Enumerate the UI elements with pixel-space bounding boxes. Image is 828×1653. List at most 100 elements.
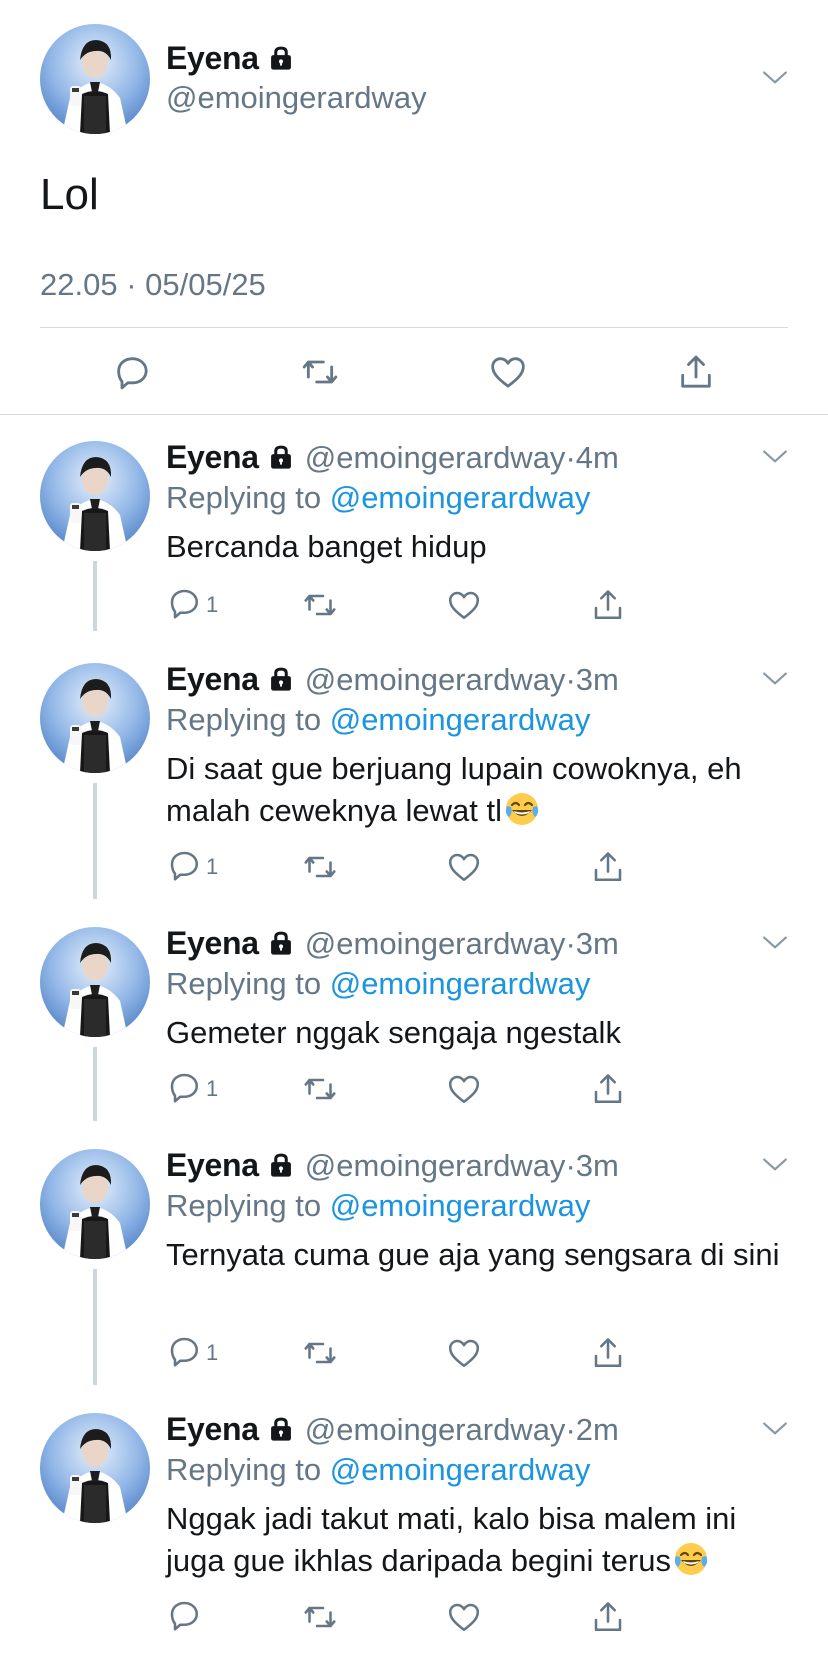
reply-icon (166, 847, 202, 888)
chevron-down-icon[interactable] (762, 449, 788, 470)
share-icon[interactable] (590, 847, 626, 887)
reply-icon (166, 1333, 202, 1374)
reply-button[interactable]: 1 (166, 847, 218, 887)
reply-text-content: Di saat gue berjuang lupain cowoknya, eh… (166, 751, 742, 828)
reply-text: Ternyata cuma gue aja yang sengsara di s… (166, 1234, 796, 1276)
avatar[interactable] (40, 1413, 150, 1523)
author-name[interactable]: Eyena (166, 439, 259, 475)
reply-count: 1 (206, 854, 219, 879)
reply-text-content: Ternyata cuma gue aja yang sengsara di s… (166, 1237, 780, 1272)
author-name[interactable]: Eyena (166, 1147, 259, 1183)
like-icon[interactable] (446, 847, 482, 887)
action-bar (166, 1597, 666, 1637)
reply-button[interactable]: 1 (166, 585, 218, 625)
reply-text: Nggak jadi takut mati, kalo bisa malem i… (166, 1498, 796, 1588)
retweet-icon[interactable] (302, 1597, 338, 1637)
author-name[interactable]: Eyena (166, 40, 259, 76)
chevron-down-icon[interactable] (762, 1421, 788, 1442)
reply-button[interactable]: 1 (166, 1069, 218, 1109)
reply-text: Bercanda banget hidup (166, 526, 796, 568)
replying-label: Replying to (166, 1188, 322, 1223)
action-bar: 1 (166, 847, 666, 887)
retweet-icon[interactable] (302, 1333, 338, 1373)
like-icon[interactable] (446, 1597, 482, 1637)
replying-to: Replying to @emoingerardway (166, 1186, 590, 1226)
share-icon[interactable] (590, 1069, 626, 1109)
like-icon[interactable] (446, 1333, 482, 1373)
reply-button[interactable]: 1 (166, 1333, 218, 1373)
thread-line (93, 1047, 97, 1121)
action-bar: 1 (166, 1069, 666, 1109)
mention-link[interactable]: @emoingerardway (330, 702, 591, 737)
share-icon[interactable] (590, 585, 626, 625)
author-handle[interactable]: @emoingerardway (305, 926, 566, 961)
action-bar: 1 (166, 585, 666, 625)
author-handle[interactable]: @emoingerardway (305, 440, 566, 475)
like-icon[interactable] (488, 352, 528, 392)
author-handle[interactable]: @emoingerardway (305, 1412, 566, 1447)
author-name-row: Eyena (166, 38, 295, 81)
mention-link[interactable]: @emoingerardway (330, 480, 591, 515)
mention-link[interactable]: @emoingerardway (330, 1452, 591, 1487)
replying-label: Replying to (166, 480, 322, 515)
reply-time: ·4m (565, 440, 619, 475)
chevron-down-icon[interactable] (762, 671, 788, 692)
avatar[interactable] (40, 927, 150, 1037)
reply-text: Gemeter nggak sengaja ngestalk (166, 1012, 796, 1054)
author-name[interactable]: Eyena (166, 925, 259, 961)
share-icon[interactable] (590, 1597, 626, 1637)
replying-label: Replying to (166, 702, 322, 737)
avatar[interactable] (40, 24, 150, 134)
avatar[interactable] (40, 1149, 150, 1259)
reply-time: ·2m (565, 1412, 619, 1447)
author-name[interactable]: Eyena (166, 661, 259, 697)
mention-link[interactable]: @emoingerardway (330, 1188, 591, 1223)
author-handle[interactable]: @emoingerardway (305, 662, 566, 697)
reply-button[interactable] (166, 1597, 206, 1637)
like-icon[interactable] (446, 585, 482, 625)
tweet-text: Lol (40, 170, 99, 219)
reply-tweet[interactable]: Eyena @emoingerardway·3m Replying to @emo… (0, 903, 828, 1125)
share-icon[interactable] (676, 352, 716, 392)
thread-line (93, 1269, 97, 1385)
reply-icon[interactable] (112, 352, 152, 392)
reply-icon (166, 1069, 202, 1110)
tears-of-joy-emoji-icon (504, 791, 540, 838)
chevron-down-icon[interactable] (762, 70, 788, 91)
author-handle[interactable]: @emoingerardway (305, 1148, 566, 1183)
replying-label: Replying to (166, 966, 322, 1001)
avatar[interactable] (40, 441, 150, 551)
like-icon[interactable] (446, 1069, 482, 1109)
thread-line (93, 783, 97, 899)
avatar[interactable] (40, 663, 150, 773)
reply-tweet[interactable]: Eyena @emoingerardway·3m Replying to @emo… (0, 1125, 828, 1389)
reply-tweet[interactable]: Eyena @emoingerardway·3m Replying to @emo… (0, 639, 828, 903)
chevron-down-icon[interactable] (762, 935, 788, 956)
retweet-icon[interactable] (300, 352, 340, 392)
divider (40, 327, 788, 328)
share-icon[interactable] (590, 1333, 626, 1373)
retweet-icon[interactable] (302, 1069, 338, 1109)
main-tweet: Eyena @emoingerardway Lol 22.05 · 05/05/… (0, 0, 828, 415)
author-handle[interactable]: @emoingerardway (166, 78, 427, 118)
reply-time: ·3m (565, 1148, 619, 1183)
tears-of-joy-emoji-icon (673, 1541, 709, 1588)
reply-icon (166, 585, 202, 626)
replying-label: Replying to (166, 1452, 322, 1487)
reply-count: 1 (206, 592, 219, 617)
replying-to: Replying to @emoingerardway (166, 964, 590, 1004)
chevron-down-icon[interactable] (762, 1157, 788, 1178)
replying-to: Replying to @emoingerardway (166, 700, 590, 740)
author-name[interactable]: Eyena (166, 1411, 259, 1447)
replying-to: Replying to @emoingerardway (166, 478, 590, 518)
reply-text-content: Nggak jadi takut mati, kalo bisa malem i… (166, 1501, 737, 1578)
reply-text: Di saat gue berjuang lupain cowoknya, eh… (166, 748, 796, 838)
mention-link[interactable]: @emoingerardway (330, 966, 591, 1001)
retweet-icon[interactable] (302, 847, 338, 887)
reply-tweet[interactable]: Eyena @emoingerardway·4m Replying to @emo… (0, 417, 828, 639)
reply-tweet[interactable]: Eyena @emoingerardway·2m Replying to @emo… (0, 1389, 828, 1653)
retweet-icon[interactable] (302, 585, 338, 625)
reply-time: ·3m (565, 926, 619, 961)
action-bar: 1 (166, 1333, 666, 1373)
tweet-timestamp: 22.05 · 05/05/25 (40, 267, 266, 302)
